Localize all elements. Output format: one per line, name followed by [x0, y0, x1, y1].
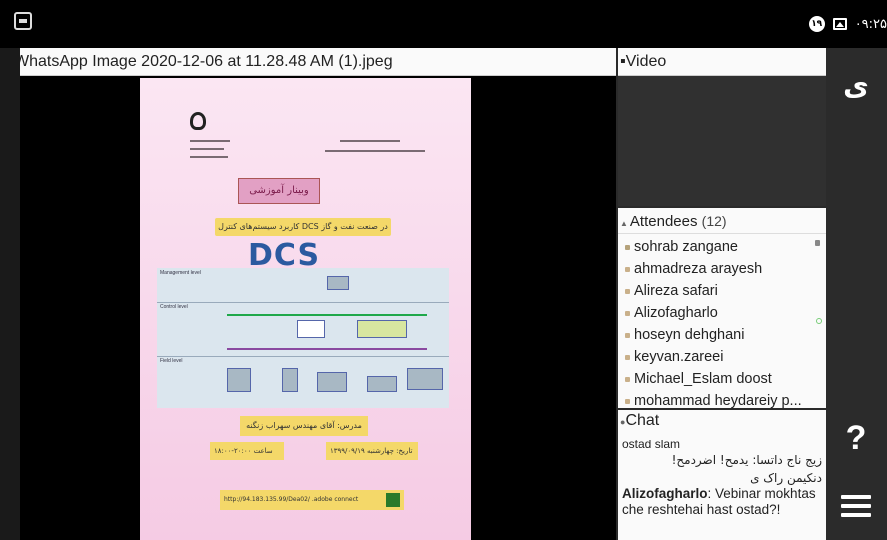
image-icon — [832, 18, 847, 30]
app-sidebar: ی ? — [826, 48, 887, 540]
chat-messages[interactable]: ostad slam زیج ناج داتسا: یدمح! اضردمح! … — [622, 426, 822, 540]
status-time: ۰۹:۲۵ — [854, 16, 887, 32]
notification-app-icon — [14, 12, 32, 30]
status-right: ۱۹ ۰۹:۲۵ — [808, 16, 887, 32]
attendees-list: sohrab zangane ahmadreza arayesh Alireza… — [618, 234, 826, 412]
shared-image: وبینار آموزشی کاربرد سیستم‌های کنترل DCS… — [140, 78, 471, 540]
poster-link: http://94.183.135.99/Dea02/ .adobe conne… — [220, 490, 404, 510]
attendee-item[interactable]: Alizofagharlo — [618, 302, 826, 324]
share-title: WhatsApp Image 2020-12-06 at 11.28.48 AM… — [20, 53, 393, 70]
attendee-item[interactable]: Alireza safari — [618, 280, 826, 302]
chat-sender: Alizofagharlo — [622, 486, 708, 501]
attendee-item[interactable]: Michael_Eslam doost — [618, 368, 826, 390]
poster-webinar-label: وبینار آموزشی — [238, 178, 320, 204]
meeting-content: WhatsApp Image 2020-12-06 at 11.28.48 AM… — [20, 48, 826, 540]
attendees-header[interactable]: ▲ Attendees (12) — [618, 208, 826, 234]
poster-date: تاریخ: چهارشنبه ۱۳۹۹/۰۹/۱۹ — [326, 442, 418, 460]
attendee-item[interactable]: sohrab zangane — [618, 236, 826, 258]
attendees-count: (12) — [701, 213, 727, 229]
chat-message: زیج ناج داتسا: یدمح! اضردمح! — [671, 453, 822, 467]
video-pod — [618, 76, 826, 206]
video-pod-header[interactable]: ▪Video — [618, 48, 826, 76]
poster-subtitle: کاربرد سیستم‌های کنترل DCS در صنعت نفت و… — [215, 218, 391, 236]
chat-message: دنکیمن راک ی — [750, 471, 822, 485]
dcs-diagram: Management level Control level Field lev… — [157, 268, 449, 408]
notification-badge: ۱۹ — [808, 16, 825, 32]
attendee-item[interactable]: ahmadreza arayesh — [618, 258, 826, 280]
attendee-item[interactable]: hoseyn dehghani — [618, 324, 826, 346]
menu-icon[interactable] — [838, 490, 874, 526]
video-title: Video — [625, 53, 667, 70]
poster-logo — [190, 112, 206, 130]
qr-icon — [386, 493, 400, 507]
collapse-icon: ▲ — [620, 219, 628, 228]
chat-pod: ●Chat ostad slam زیج ناج داتسا: یدمح! اض… — [618, 410, 826, 540]
role-icon — [815, 240, 820, 246]
share-pod-header: WhatsApp Image 2020-12-06 at 11.28.48 AM… — [20, 48, 616, 76]
poster-time: ساعت ۲۰:۰۰-۱۸:۰۰ — [210, 442, 284, 460]
chat-message: Alizofagharlo: Vebinar mokhtas che resht… — [622, 486, 822, 518]
status-bar: ۱۹ ۰۹:۲۵ — [0, 0, 887, 48]
attendees-title: Attendees — [629, 213, 698, 230]
share-pod[interactable]: وبینار آموزشی کاربرد سیستم‌های کنترل DCS… — [20, 76, 616, 540]
attendees-pod: ▲ Attendees (12) sohrab zangane ahmadreza… — [618, 208, 826, 409]
poster-teacher: مدرس: آقای مهندس سهراب زنگنه — [240, 416, 368, 436]
scroll-indicator-icon[interactable] — [816, 318, 822, 324]
app-logo-icon[interactable]: ی — [838, 68, 874, 104]
chat-message: ostad slam — [622, 440, 681, 450]
attendee-item[interactable]: mohammad heydareiy p... — [618, 390, 826, 412]
attendee-item[interactable]: keyvan.zareei — [618, 346, 826, 368]
help-icon[interactable]: ? — [838, 420, 874, 456]
